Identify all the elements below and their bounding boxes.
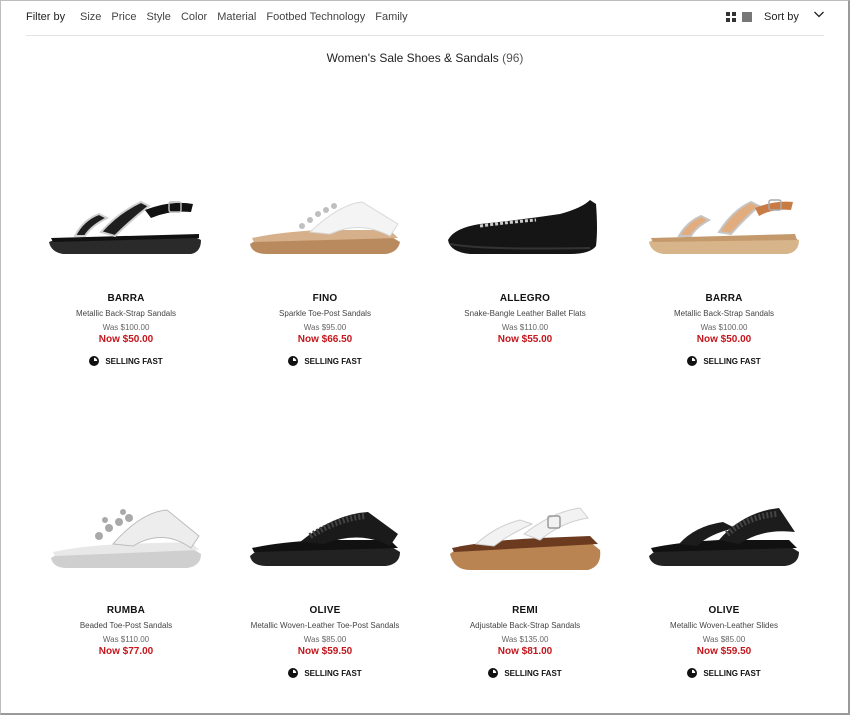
filter-size[interactable]: Size bbox=[80, 11, 101, 23]
product-card[interactable]: RUMBA Beaded Toe-Post Sandals Was $110.0… bbox=[41, 492, 211, 657]
product-card[interactable]: BARRA Metallic Back-Strap Sandals Was $1… bbox=[639, 180, 809, 371]
filter-style[interactable]: Style bbox=[146, 11, 170, 23]
filter-material[interactable]: Material bbox=[217, 11, 256, 23]
single-view-icon[interactable] bbox=[742, 12, 752, 22]
original-price: Was $85.00 bbox=[702, 635, 746, 644]
grid-view-icon[interactable] bbox=[726, 12, 736, 22]
black-woven-slide-icon bbox=[649, 508, 799, 566]
sale-price: Now $59.50 bbox=[696, 646, 752, 657]
sale-price: Now $55.00 bbox=[497, 334, 553, 345]
product-name[interactable]: FINO bbox=[240, 293, 410, 304]
product-image[interactable] bbox=[41, 492, 211, 602]
chevron-down-icon[interactable] bbox=[813, 8, 825, 20]
clock-icon bbox=[288, 668, 299, 678]
product-name[interactable]: BARRA bbox=[41, 293, 211, 304]
product-description: Metallic Back-Strap Sandals bbox=[75, 309, 177, 318]
original-price: Was $135.00 bbox=[501, 635, 549, 644]
product-image[interactable] bbox=[639, 180, 809, 290]
original-price: Was $100.00 bbox=[102, 323, 150, 332]
clock-icon bbox=[89, 356, 100, 366]
selling-fast-badge: SELLING FAST bbox=[687, 668, 761, 678]
product-description: Metallic Woven-Leather Toe-Post Sandals bbox=[250, 621, 400, 630]
product-image[interactable] bbox=[41, 180, 211, 290]
product-description: Adjustable Back-Strap Sandals bbox=[469, 621, 581, 630]
sort-by-button[interactable]: Sort by bbox=[764, 11, 799, 23]
product-name[interactable]: OLIVE bbox=[240, 605, 410, 616]
badge-label: SELLING FAST bbox=[703, 668, 761, 678]
silver-beaded-sandal-icon bbox=[51, 509, 201, 568]
product-name[interactable]: BARRA bbox=[639, 293, 809, 304]
product-card[interactable]: REMI Adjustable Back-Strap Sandals Was $… bbox=[440, 492, 610, 683]
selling-fast-badge: SELLING FAST bbox=[89, 356, 163, 366]
product-description: Metallic Woven-Leather Slides bbox=[670, 621, 778, 630]
clock-icon bbox=[488, 668, 499, 678]
product-card[interactable]: BARRA Metallic Back-Strap Sandals Was $1… bbox=[41, 180, 211, 371]
tan-back-strap-sandal-icon bbox=[649, 199, 799, 254]
original-price: Was $110.00 bbox=[102, 635, 150, 644]
clock-icon bbox=[687, 668, 698, 678]
product-description: Snake-Bangle Leather Ballet Flats bbox=[464, 309, 586, 318]
white-toe-post-sandal-icon bbox=[250, 201, 400, 254]
filter-bar: Filter by Size Price Style Color Materia… bbox=[26, 0, 824, 36]
black-woven-toe-post-icon bbox=[250, 512, 400, 566]
product-description: Beaded Toe-Post Sandals bbox=[79, 621, 173, 630]
clock-icon bbox=[288, 356, 299, 366]
selling-fast-badge: SELLING FAST bbox=[288, 668, 362, 678]
black-back-strap-sandal-icon bbox=[49, 200, 201, 254]
badge-label: SELLING FAST bbox=[105, 356, 163, 366]
original-price: Was $110.00 bbox=[501, 323, 549, 332]
product-card[interactable]: OLIVE Metallic Woven-Leather Slides Was … bbox=[639, 492, 809, 683]
selling-fast-badge: SELLING FAST bbox=[288, 356, 362, 366]
original-price: Was $100.00 bbox=[700, 323, 748, 332]
filter-price[interactable]: Price bbox=[111, 11, 136, 23]
original-price: Was $95.00 bbox=[303, 323, 347, 332]
product-name[interactable]: OLIVE bbox=[639, 605, 809, 616]
sale-price: Now $50.00 bbox=[98, 334, 154, 345]
product-card[interactable]: OLIVE Metallic Woven-Leather Toe-Post Sa… bbox=[240, 492, 410, 683]
filter-color[interactable]: Color bbox=[181, 11, 207, 23]
product-card[interactable]: ALLEGRO Snake-Bangle Leather Ballet Flat… bbox=[440, 180, 610, 345]
filter-footbed-technology[interactable]: Footbed Technology bbox=[266, 11, 365, 23]
sale-price: Now $66.50 bbox=[297, 334, 353, 345]
result-count: (96) bbox=[502, 51, 524, 65]
filter-family[interactable]: Family bbox=[375, 11, 407, 23]
original-price: Was $85.00 bbox=[303, 635, 347, 644]
sale-price: Now $81.00 bbox=[497, 646, 553, 657]
clock-icon bbox=[687, 356, 698, 366]
badge-label: SELLING FAST bbox=[703, 356, 761, 366]
product-name[interactable]: REMI bbox=[440, 605, 610, 616]
product-description: Metallic Back-Strap Sandals bbox=[673, 309, 775, 318]
sale-price: Now $50.00 bbox=[696, 334, 752, 345]
product-image[interactable] bbox=[440, 492, 610, 602]
page-title-text: Women's Sale Shoes & Sandals bbox=[326, 51, 499, 65]
badge-label: SELLING FAST bbox=[304, 668, 362, 678]
product-card[interactable]: FINO Sparkle Toe-Post Sandals Was $95.00… bbox=[240, 180, 410, 371]
product-name[interactable]: ALLEGRO bbox=[440, 293, 610, 304]
filter-list: Size Price Style Color Material Footbed … bbox=[80, 11, 408, 23]
product-description: Sparkle Toe-Post Sandals bbox=[279, 309, 371, 318]
page-title: Women's Sale Shoes & Sandals (96) bbox=[0, 51, 850, 65]
product-image[interactable] bbox=[240, 492, 410, 602]
selling-fast-badge: SELLING FAST bbox=[687, 356, 761, 366]
product-name[interactable]: RUMBA bbox=[41, 605, 211, 616]
product-image[interactable] bbox=[639, 492, 809, 602]
badge-label: SELLING FAST bbox=[504, 668, 562, 678]
product-image[interactable] bbox=[240, 180, 410, 290]
black-ballet-flat-icon bbox=[448, 200, 597, 254]
product-image[interactable] bbox=[440, 180, 610, 290]
selling-fast-badge: SELLING FAST bbox=[488, 668, 562, 678]
white-cork-sandal-icon bbox=[450, 507, 601, 570]
badge-label: SELLING FAST bbox=[304, 356, 362, 366]
sale-price: Now $59.50 bbox=[297, 646, 353, 657]
filter-by-label: Filter by bbox=[26, 11, 66, 23]
sale-price: Now $77.00 bbox=[98, 646, 154, 657]
